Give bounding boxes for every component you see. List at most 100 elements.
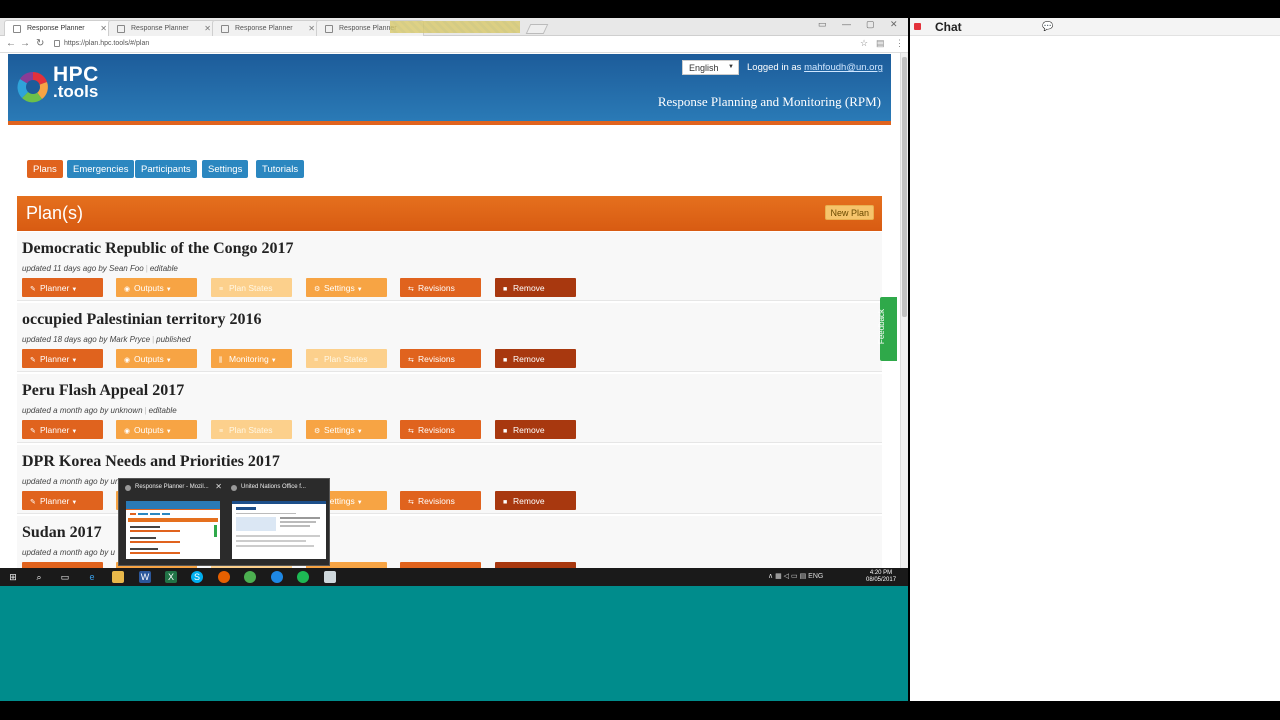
browser-icon — [125, 485, 131, 491]
minimize-icon[interactable]: — — [842, 19, 851, 29]
plan-states-button[interactable]: ≡ Plan States — [306, 349, 387, 368]
battery-icon[interactable]: ▭ — [791, 573, 798, 580]
feedback-tab[interactable]: Feedback — [877, 297, 897, 361]
language-select[interactable]: English ▼ — [682, 60, 739, 75]
planner-button[interactable]: ✎Planner▼ — [22, 491, 103, 510]
system-tray: ∧ ▦ ◁ ▭ ▤ ENG — [768, 572, 823, 580]
spotify-icon[interactable] — [297, 571, 309, 583]
planner-button[interactable]: ✎Planner▼ — [22, 278, 103, 297]
speech-bubble-icon[interactable]: 💬 — [1042, 21, 1053, 32]
forward-icon[interactable]: → — [20, 38, 30, 49]
plan-states-button[interactable]: ≡ Plan States — [211, 278, 292, 297]
nav-tutorials[interactable]: Tutorials — [256, 160, 305, 178]
search-icon[interactable]: ⌕ — [33, 571, 45, 583]
chrome-icon[interactable] — [244, 571, 256, 583]
reload-icon[interactable]: ↻ — [36, 38, 44, 49]
remove-button[interactable]: ■ Remove — [495, 420, 576, 439]
settings-button[interactable]: ⚙Settings▼ — [306, 278, 387, 297]
revisions-button[interactable]: ⇆ Revisions — [400, 491, 481, 510]
nav-participants[interactable]: Participants — [135, 160, 197, 178]
chevron-up-icon[interactable]: ∧ — [768, 573, 773, 580]
clock-time: 4:20 PM — [869, 570, 893, 576]
excel-icon[interactable]: X — [165, 571, 177, 583]
preview-window-1[interactable]: Response Planner - Mozil... ✕ — [121, 481, 225, 565]
new-plan-button[interactable]: New Plan — [825, 205, 874, 220]
globe-icon[interactable] — [271, 571, 283, 583]
tab-title: Response Planner — [131, 25, 189, 32]
bookmark-star-icon[interactable]: ☆ — [860, 38, 868, 49]
button-label: Outputs — [134, 354, 164, 364]
close-tab-icon[interactable]: ✕ — [308, 24, 315, 33]
logo-line-1: HPC — [53, 63, 99, 86]
nav-emergencies[interactable]: Emergencies — [67, 160, 135, 178]
site-header: HPC .tools English ▼ Logged in as mahfou… — [8, 54, 891, 125]
revisions-button[interactable]: ⇆ Revisions — [400, 349, 481, 368]
close-tab-icon[interactable]: ✕ — [100, 24, 107, 33]
plan-states-button[interactable]: ≡ Plan States — [211, 420, 292, 439]
button-label: Remove — [513, 283, 545, 293]
outputs-button[interactable]: ◉Outputs▼ — [116, 420, 197, 439]
edit-icon: ✎ — [30, 499, 36, 506]
profile-icon[interactable]: ▭ — [818, 19, 827, 30]
back-icon[interactable]: ← — [6, 38, 16, 49]
monitoring-button[interactable]: ⫼ Monitoring ▼ — [211, 349, 292, 368]
remove-button[interactable]: ■ Remove — [495, 278, 576, 297]
browser-tab-3[interactable]: Response Planner ✕ — [212, 20, 320, 36]
tray-language[interactable]: ENG — [808, 573, 823, 580]
edge-icon[interactable]: e — [86, 571, 98, 583]
trash-icon: ■ — [503, 357, 508, 364]
scrollbar-thumb[interactable] — [902, 57, 907, 317]
browser-tab-1[interactable]: Response Planner ✕ — [4, 20, 112, 36]
settings-button[interactable]: ⚙Settings▼ — [306, 420, 387, 439]
button-label: Plan States — [229, 425, 273, 435]
nav-settings[interactable]: Settings — [202, 160, 249, 178]
exchange-icon: ⇆ — [408, 499, 414, 506]
remove-button[interactable]: ■ Remove — [495, 349, 576, 368]
planner-button[interactable]: ✎Planner▼ — [22, 349, 103, 368]
button-label: Remove — [513, 354, 545, 364]
plans-title: Plan(s) — [26, 203, 84, 223]
browser-tab-2[interactable]: Response Planner ✕ — [108, 20, 216, 36]
close-icon[interactable]: ✕ — [215, 482, 222, 491]
keyboard-icon[interactable]: ▤ — [800, 573, 807, 580]
browser-icon — [231, 485, 237, 491]
preview-window-2[interactable]: United Nations Office f... — [227, 481, 331, 565]
planner-button[interactable]: ✎Planner▼ — [22, 420, 103, 439]
firefox-icon[interactable] — [218, 571, 230, 583]
windows-start-icon[interactable]: ⊞ — [7, 571, 19, 583]
revisions-button[interactable]: ⇆ Revisions — [400, 420, 481, 439]
close-window-icon[interactable]: ✕ — [890, 19, 898, 30]
clock-date: 08/05/2017 — [866, 577, 897, 583]
file-explorer-icon[interactable] — [112, 571, 124, 583]
exchange-icon: ⇆ — [408, 428, 414, 435]
url-field[interactable]: https://plan.hpc.tools/#/plan — [52, 38, 872, 51]
outputs-button[interactable]: ◉Outputs▼ — [116, 349, 197, 368]
page-scrollbar[interactable] — [900, 53, 908, 568]
menu-icon[interactable]: ⋮ — [895, 38, 904, 49]
clock[interactable]: 4:20 PM 08/05/2017 — [866, 570, 896, 584]
tab-title: Response Planner — [235, 25, 293, 32]
button-label: Planner — [40, 354, 70, 364]
outputs-button[interactable]: ◉Outputs▼ — [116, 278, 197, 297]
plan-meta: updated 11 days ago by Sean Foo | editable — [22, 264, 178, 273]
eye-icon: ◉ — [124, 428, 131, 435]
word-icon[interactable]: W — [139, 571, 151, 583]
extension-icon[interactable]: ▤ — [876, 38, 885, 49]
taskbar-preview-popup: Response Planner - Mozil... ✕ United Nat… — [118, 478, 330, 566]
close-tab-icon[interactable]: ✕ — [204, 24, 211, 33]
remove-button[interactable]: ■ Remove — [495, 491, 576, 510]
nav-plans[interactable]: Plans — [27, 160, 63, 178]
button-label: Revisions — [418, 496, 455, 506]
maximize-icon[interactable]: ▢ — [866, 19, 875, 30]
user-email-link[interactable]: mahfoudh@un.org — [804, 62, 883, 73]
preview-title: United Nations Office f... — [241, 484, 306, 490]
notepad-icon[interactable] — [324, 571, 336, 583]
network-icon[interactable]: ▦ — [775, 573, 782, 580]
revisions-button[interactable]: ⇆ Revisions — [400, 278, 481, 297]
task-view-icon[interactable]: ▭ — [59, 571, 71, 583]
skype-icon[interactable]: S — [191, 571, 203, 583]
new-tab-button[interactable] — [525, 24, 549, 34]
volume-icon[interactable]: ◁ — [784, 573, 789, 580]
plan-updated: updated a month ago by unknown — [22, 406, 143, 415]
button-label: Settings — [324, 283, 355, 293]
